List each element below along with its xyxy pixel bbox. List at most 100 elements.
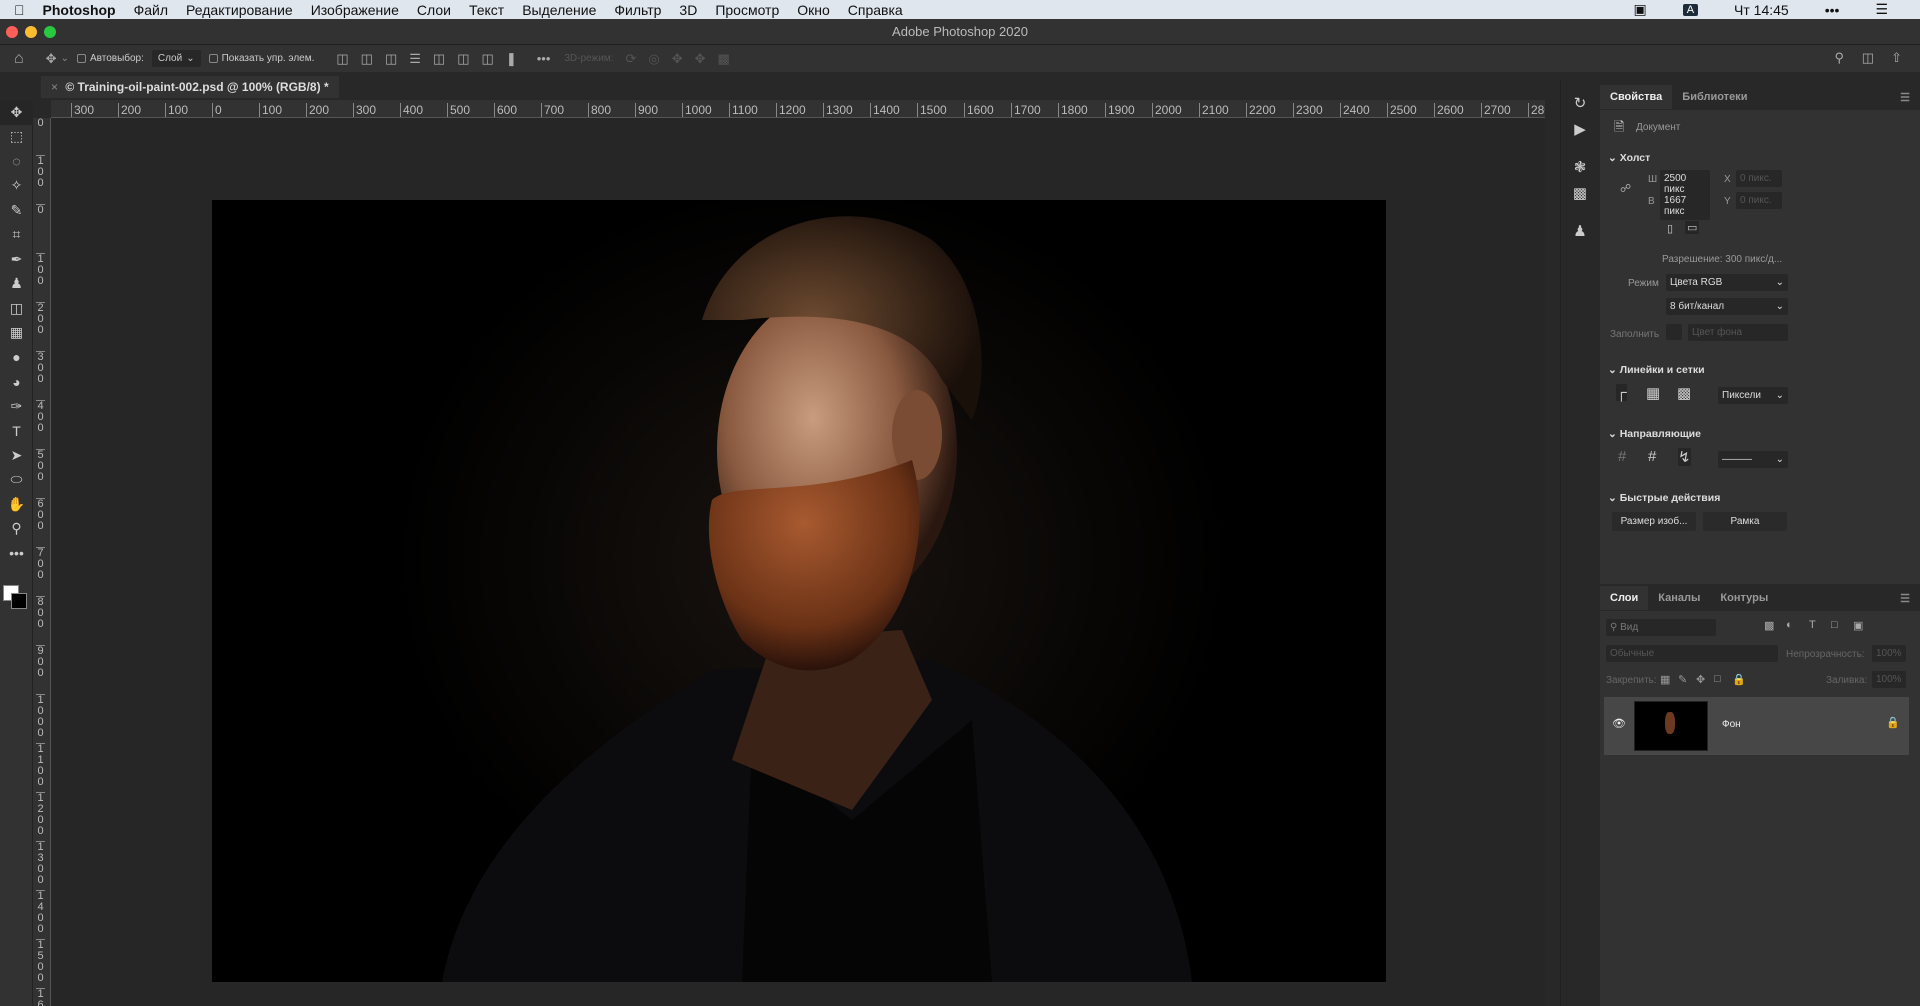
canvas-section-header[interactable]: ⌄ Холст [1600,152,1650,164]
eyedropper-tool-icon[interactable]: ✒ [0,247,33,272]
adjustments-icon[interactable]: ❃ [1561,154,1599,180]
bit-depth-dropdown[interactable]: 8 бит/канал ⌄ [1666,298,1788,315]
portrait-orientation-icon[interactable]: ▯ [1667,222,1673,235]
3d-roll-icon[interactable]: ◎ [648,51,659,67]
guides-section-header[interactable]: ⌄ Направляющие [1600,428,1701,440]
smart-guides-icon[interactable]: ↯ [1678,448,1691,466]
brush-tool-icon[interactable]: ✎ [0,198,33,223]
3d-rotate-icon[interactable]: ⟳ [625,51,636,67]
show-transform-checkbox[interactable]: Показать упр. элем. [208,53,314,64]
document-tab[interactable]: × © Training-oil-paint-002.psd @ 100% (R… [41,76,339,98]
move-tool-icon[interactable]: ✥ [46,51,57,67]
menu-window[interactable]: Окно [797,2,830,18]
image-size-button[interactable]: Размер изоб... [1612,512,1696,531]
menu-image[interactable]: Изображение [311,2,399,18]
actions-play-icon[interactable]: ▶ [1561,116,1599,142]
3d-pan-icon[interactable]: ✥ [672,51,683,67]
menu-select[interactable]: Выделение [522,2,596,18]
more-options-button[interactable]: ••• [537,51,551,66]
grid-icon[interactable]: ▦ [1646,384,1660,402]
panel-menu-icon[interactable]: ☰ [1890,586,1920,611]
lock-position-icon[interactable]: ✥ [1696,673,1705,686]
guides-icon[interactable]: # [1618,448,1626,465]
frame-button[interactable]: Рамка [1703,512,1787,531]
horizontal-ruler[interactable]: 300 200 100 0 100 200 300 400 500 600 700 800 900 100… [51,100,1545,118]
apple-icon[interactable]:  [14,2,25,18]
tab-layers[interactable]: Слои [1600,586,1649,610]
ellipse-tool-icon[interactable]: ⬭ [0,468,33,493]
input-language[interactable]: A [1682,3,1699,16]
eye-icon[interactable]: 👁 [1612,717,1626,730]
blend-mode-dropdown[interactable]: Обычные [1606,645,1778,662]
3d-slide-icon[interactable]: ✥ [695,51,706,67]
fill-swatch[interactable] [1666,324,1682,340]
layer-row[interactable]: 👁 Фон 🔒 [1604,697,1909,755]
close-tab-icon[interactable]: × [51,80,58,94]
histogram-icon[interactable]: ▩ [1561,180,1599,206]
opacity-field[interactable]: 100% [1872,645,1906,662]
units-dropdown[interactable]: Пиксели ⌄ [1718,387,1788,404]
lasso-tool-icon[interactable]: ◌ [0,149,33,174]
history-icon[interactable]: ↻ [1561,90,1599,116]
stamp-tool-icon[interactable]: ♟ [0,272,33,297]
eraser-tool-icon[interactable]: ◫ [0,296,33,321]
move-tool-icon[interactable]: ✥ [0,100,33,125]
menu-photoshop[interactable]: Photoshop [43,2,116,18]
lock-all-icon[interactable]: 🔒 [1732,673,1746,686]
fill-dropdown[interactable]: Цвет фона [1688,324,1788,341]
menu-help[interactable]: Справка [848,2,903,18]
pixel-grid-icon[interactable]: ▩ [1677,384,1691,402]
tab-channels[interactable]: Каналы [1648,586,1710,610]
landscape-orientation-icon[interactable]: ▭ [1685,221,1700,234]
ruler-toggle-icon[interactable]: ┌ [1616,384,1627,401]
chevron-down-icon[interactable]: ⌄ [61,53,69,64]
tab-paths[interactable]: Контуры [1710,586,1778,610]
layer-filter-search[interactable]: ⚲ Вид [1606,619,1716,636]
panel-menu-icon[interactable]: ☰ [1890,85,1920,110]
menu-view[interactable]: Просмотр [715,2,779,18]
guide-style-dropdown[interactable]: ——— ⌄ [1718,451,1788,468]
document-canvas-image[interactable] [212,200,1386,982]
height-field[interactable]: 1667 пикс [1660,192,1710,220]
tab-libraries[interactable]: Библиотеки [1672,85,1757,109]
quick-actions-section-header[interactable]: ⌄ Быстрые действия [1600,492,1720,504]
hand-tool-icon[interactable]: ✋ [0,492,33,517]
lock-image-icon[interactable]: ✎ [1678,673,1687,686]
menu-edit[interactable]: Редактирование [186,2,293,18]
lock-artboard-icon[interactable]: □ [1714,673,1721,685]
lock-transparency-icon[interactable]: ▦ [1660,673,1670,686]
home-icon[interactable]: ⌂ [14,50,24,68]
filter-type-icon[interactable]: T [1809,619,1816,631]
share-icon[interactable]: ⇧ [1891,50,1902,66]
vertical-ruler[interactable]: 0010001002003004005006007008009001000110… [33,118,51,1006]
more-tool-icon[interactable]: ••• [0,541,33,566]
zoom-tool-icon[interactable]: ⚲ [0,517,33,542]
mode-dropdown[interactable]: Цвета RGB ⌄ [1666,274,1788,291]
3d-camera-icon[interactable]: ▩ [718,51,730,67]
distribute-icon[interactable]: ☰ [409,51,421,67]
menu-layers[interactable]: Слои [417,2,451,18]
x-field[interactable]: 0 пикс. [1736,170,1782,187]
autoselect-dropdown[interactable]: Слой ⌄ [151,50,201,67]
type-tool-icon[interactable]: T [0,419,33,444]
align-bottom-icon[interactable]: ◫ [482,51,494,67]
path-select-tool-icon[interactable]: ➤ [0,443,33,468]
link-icon[interactable]: ☍ [1620,182,1631,195]
search-icon[interactable]: ⚲ [1834,50,1844,66]
menu-type[interactable]: Текст [469,2,504,18]
crop-tool-icon[interactable]: ⌗ [0,223,33,248]
lock-guides-icon[interactable]: # [1648,448,1656,465]
autoselect-checkbox[interactable]: Автовыбор: [76,53,144,64]
workspace-icon[interactable]: ◫ [1862,50,1874,66]
align-center-icon[interactable]: ◫ [361,51,373,67]
marquee-tool-icon[interactable]: ⬚ [0,125,33,150]
align-left-icon[interactable]: ◫ [336,51,348,67]
gradient-tool-icon[interactable]: ▦ [0,321,33,346]
filter-adjustment-icon[interactable]: ◐ [1786,619,1793,631]
pen-tool-icon[interactable]: ✑ [0,394,33,419]
y-field[interactable]: 0 пикс. [1736,192,1782,209]
menu-3d[interactable]: 3D [679,2,697,18]
layer-name[interactable]: Фон [1722,719,1741,730]
fill-field[interactable]: 100% [1872,671,1906,688]
clone-source-icon[interactable]: ♟ [1561,218,1599,244]
